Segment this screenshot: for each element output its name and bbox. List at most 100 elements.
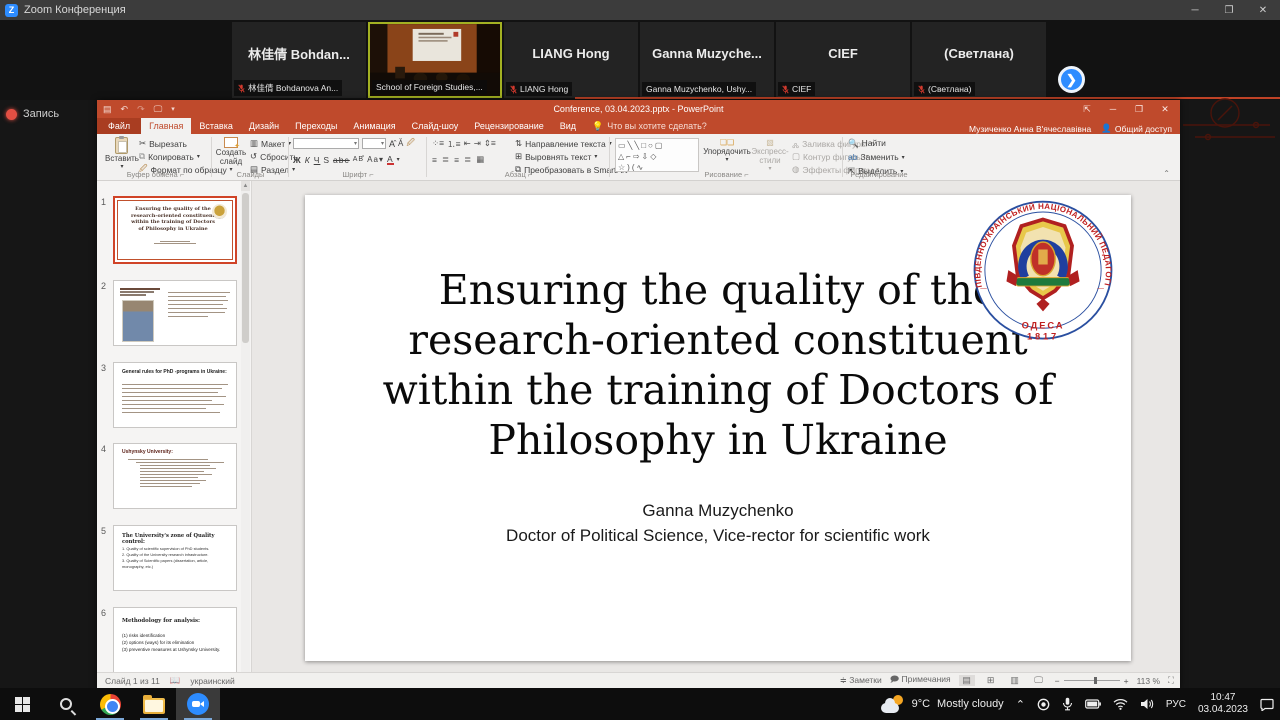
notes-button[interactable]: ≑ Заметки xyxy=(840,675,882,686)
slide-canvas[interactable]: Ensuring the quality of the research-ori… xyxy=(305,195,1131,661)
font-name-combo[interactable] xyxy=(293,138,359,149)
zoom-minimize-button[interactable]: ─ xyxy=(1178,0,1212,20)
slide-sorter-view-button[interactable]: ⊞ xyxy=(983,675,999,686)
change-case-button[interactable]: Аа▾ xyxy=(367,155,384,164)
zoom-in-icon[interactable]: + xyxy=(1124,676,1129,686)
scroll-up-icon[interactable]: ▲ xyxy=(241,181,250,191)
start-button[interactable] xyxy=(0,688,44,720)
ppt-maximize-button[interactable]: ❐ xyxy=(1126,100,1152,118)
thumbnail-slide-4[interactable]: Ushynsky University: xyxy=(113,443,237,509)
zoom-out-icon[interactable]: − xyxy=(1055,676,1060,686)
weather-widget[interactable]: 9°C Mostly cloudy xyxy=(875,688,1010,720)
dialog-launcher-icon[interactable]: ⌐ xyxy=(369,170,373,179)
find-button[interactable]: 🔍Найти xyxy=(848,137,905,149)
tell-me-box[interactable]: 💡 Что вы хотите сделать? xyxy=(584,118,715,134)
comments-button[interactable]: 🗩 Примечания xyxy=(890,674,951,688)
reading-view-button[interactable]: ▥ xyxy=(1007,675,1023,686)
bullets-button[interactable]: ⁘≡ xyxy=(432,138,444,149)
language-status[interactable]: украинский xyxy=(190,676,234,686)
thumbnail-slide-3[interactable]: General rules for PhD -programs in Ukrai… xyxy=(113,362,237,428)
muted-mic-icon xyxy=(782,85,789,94)
participant-tile[interactable]: Ganna Muzyche... Ganna Muzychenko, Ushy.… xyxy=(640,22,774,98)
justify-button[interactable]: ≣ xyxy=(464,154,473,165)
tray-volume-icon[interactable] xyxy=(1134,688,1160,720)
tab-design[interactable]: Дизайн xyxy=(241,118,287,134)
tab-animations[interactable]: Анимация xyxy=(345,118,403,134)
shrink-font-icon[interactable]: А̌ xyxy=(398,139,403,148)
action-center-button[interactable] xyxy=(1254,688,1280,720)
align-center-button[interactable]: ≣ xyxy=(442,154,451,165)
ribbon-display-options-icon[interactable]: ⇱ xyxy=(1074,100,1100,118)
arrange-button[interactable]: ❏❏ Упорядочить▾ xyxy=(706,138,748,165)
grow-font-icon[interactable]: А̂ xyxy=(389,139,395,149)
font-color-button[interactable]: А xyxy=(387,155,394,165)
dialog-launcher-icon[interactable]: ⌐ xyxy=(180,170,184,179)
tab-view[interactable]: Вид xyxy=(552,118,584,134)
tab-review[interactable]: Рецензирование xyxy=(466,118,552,134)
underline-button[interactable]: Ч xyxy=(314,155,321,165)
collapse-ribbon-button[interactable]: ⌃ xyxy=(1163,169,1170,178)
quick-styles-button[interactable]: ▧ Экспресс-стили▾ xyxy=(750,138,790,174)
spellcheck-icon[interactable]: 📖 xyxy=(170,675,181,686)
numbering-button[interactable]: ⒈≡ xyxy=(447,138,460,150)
participant-tile[interactable]: CIEF CIEF xyxy=(776,22,910,98)
share-button[interactable]: 👤 Общий доступ xyxy=(1101,123,1172,134)
thumbnail-slide-2[interactable] xyxy=(113,280,237,346)
tray-battery-icon[interactable] xyxy=(1079,688,1107,720)
zoom-slider[interactable]: − + xyxy=(1055,676,1129,686)
font-size-combo[interactable] xyxy=(362,138,386,149)
thumbnail-slide-5[interactable]: The University's zone of Quality control… xyxy=(113,525,237,591)
zoom-slider-thumb[interactable] xyxy=(1094,677,1097,684)
taskbar-search-button[interactable] xyxy=(44,688,88,720)
thumbnail-scrollbar[interactable]: ▲ xyxy=(241,181,250,672)
tray-mic-icon[interactable] xyxy=(1056,688,1079,720)
tab-home[interactable]: Главная xyxy=(141,118,191,134)
align-right-button[interactable]: ≡ xyxy=(454,155,461,165)
increase-indent-button[interactable]: ⇥ xyxy=(474,138,481,149)
participant-tile[interactable]: (Светлана) (Светлана) xyxy=(912,22,1046,98)
participant-tile[interactable]: 林佳倩 Bohdan... 林佳倩 Bohdanova An... xyxy=(232,22,366,98)
tray-record-icon[interactable] xyxy=(1031,688,1056,720)
participant-tile[interactable]: LIANG Hong LIANG Hong xyxy=(504,22,638,98)
ppt-minimize-button[interactable]: ─ xyxy=(1100,100,1126,118)
normal-view-button[interactable]: ▤ xyxy=(959,675,975,686)
thumbnail-slide-6[interactable]: Methodology for analysis: (1) risks iden… xyxy=(113,607,237,673)
paste-button[interactable]: Вставить▾ xyxy=(105,137,139,172)
slide-subtitle[interactable]: Ganna Muzychenko Doctor of Political Sci… xyxy=(305,498,1131,548)
char-spacing-button[interactable]: АВ̽ xyxy=(353,156,364,163)
scrollbar-thumb[interactable] xyxy=(242,193,249,343)
strikethrough-button[interactable]: abc xyxy=(333,155,350,165)
tab-transitions[interactable]: Переходы xyxy=(287,118,345,134)
hidden-icons-chevron[interactable]: ⌃ xyxy=(1010,688,1031,720)
tab-file[interactable]: Файл xyxy=(97,118,141,134)
thumbnail-slide-1[interactable]: Ensuring the quality of the research-ori… xyxy=(113,196,237,264)
participant-tile-active-speaker[interactable]: School of Foreign Studies,... xyxy=(368,22,502,98)
ppt-close-button[interactable]: ✕ xyxy=(1152,100,1178,118)
zoom-level[interactable]: 113 % xyxy=(1137,676,1160,686)
tab-slideshow[interactable]: Слайд-шоу xyxy=(404,118,467,134)
next-participants-button[interactable]: ❯ xyxy=(1058,66,1085,93)
line-spacing-button[interactable]: ⇕≡ xyxy=(484,138,496,149)
taskbar-clock[interactable]: 10:47 03.04.2023 xyxy=(1192,688,1254,720)
zoom-close-button[interactable]: ✕ xyxy=(1246,0,1280,20)
taskbar-explorer-button[interactable] xyxy=(132,688,176,720)
taskbar-zoom-button[interactable] xyxy=(176,688,220,720)
italic-button[interactable]: К xyxy=(305,155,311,165)
slideshow-view-button[interactable]: 🖵 xyxy=(1031,675,1047,686)
tray-wifi-icon[interactable] xyxy=(1107,688,1134,720)
decrease-indent-button[interactable]: ⇤ xyxy=(464,138,471,149)
replace-button[interactable]: abЗаменить▾ xyxy=(848,151,905,163)
zoom-maximize-button[interactable]: ❐ xyxy=(1212,0,1246,20)
dialog-launcher-icon[interactable]: ⌐ xyxy=(528,170,532,179)
clear-formatting-icon[interactable]: 🖉 xyxy=(406,137,415,151)
language-indicator[interactable]: РУС xyxy=(1160,688,1192,720)
columns-button[interactable]: ▦ xyxy=(476,154,486,165)
tab-insert[interactable]: Вставка xyxy=(191,118,240,134)
text-shadow-button[interactable]: S xyxy=(323,155,330,165)
fit-slide-icon[interactable]: ⛶ xyxy=(1168,675,1174,686)
align-left-button[interactable]: ≡ xyxy=(432,155,439,165)
bold-button[interactable]: Ж xyxy=(293,155,302,165)
dialog-launcher-icon[interactable]: ⌐ xyxy=(744,170,748,179)
shapes-gallery[interactable]: ▭╲╲□○▢△⌐⇨⇩◇☆)(∿ xyxy=(615,138,699,172)
taskbar-chrome-button[interactable] xyxy=(88,688,132,720)
